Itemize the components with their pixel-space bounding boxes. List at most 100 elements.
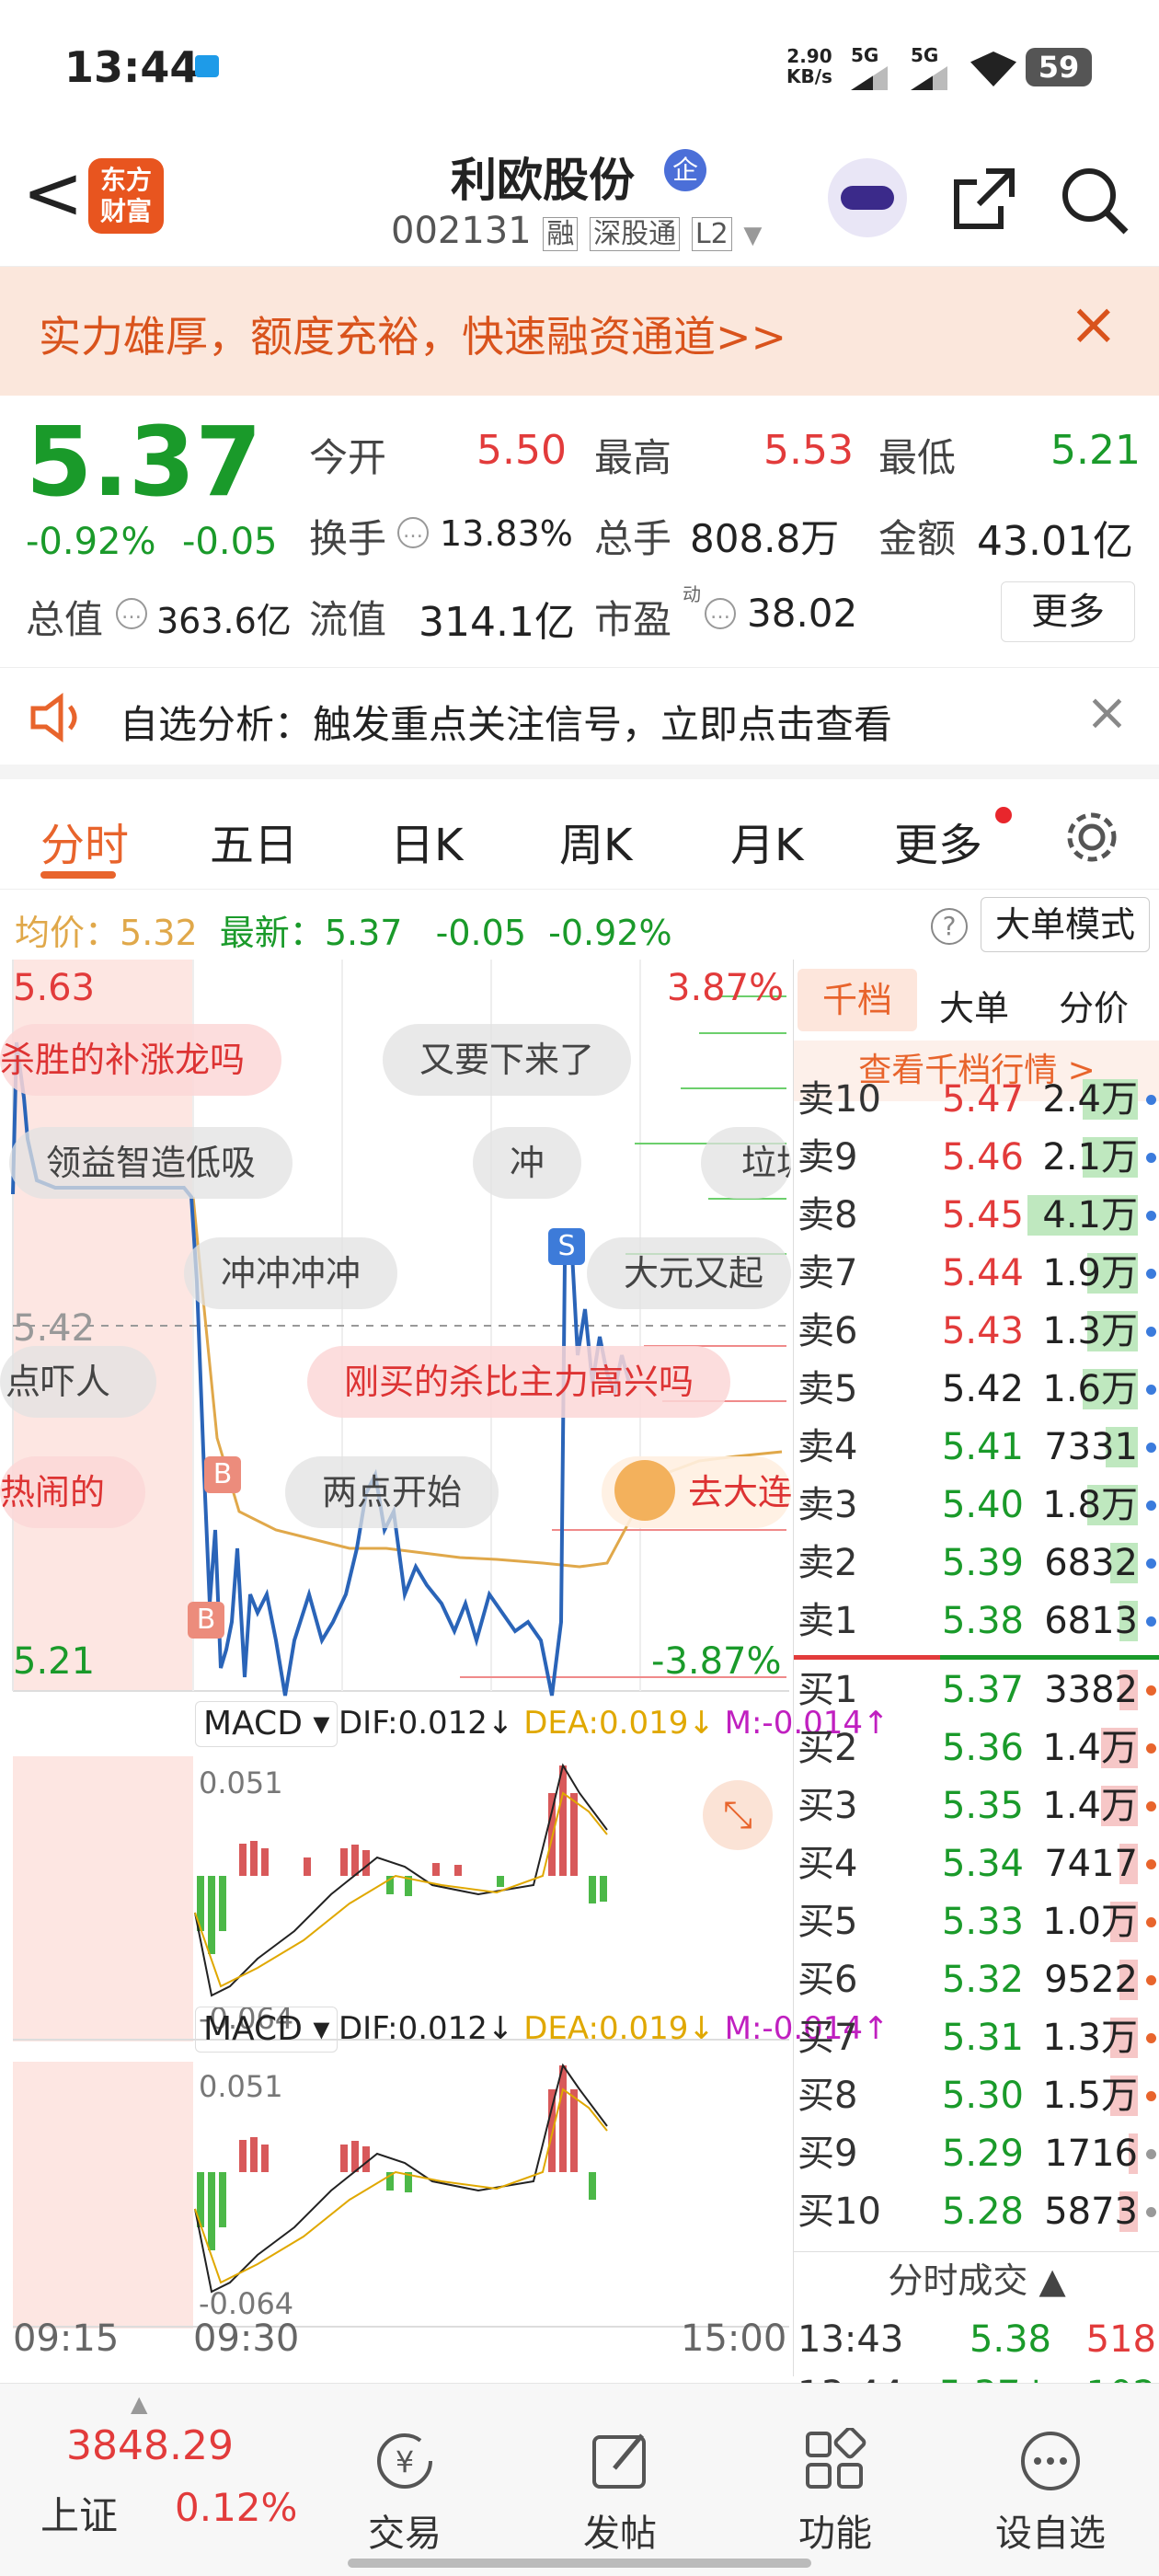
search-icon[interactable] xyxy=(1058,164,1131,237)
comment-bubble[interactable]: 热闹的 xyxy=(0,1456,145,1528)
ai-assistant-icon[interactable] xyxy=(828,158,907,237)
stock-header: < 东方 财富 利欧股份 企 002131 融 深股通 L2 ▼ xyxy=(0,138,1159,267)
comment-bubble[interactable]: 点吓人 xyxy=(0,1346,156,1418)
ask-row[interactable]: 卖1 5.38 6813 xyxy=(794,1595,1159,1647)
pe-value: 38.02 xyxy=(747,591,858,636)
ask-row[interactable]: 卖8 5.45 4.1万 xyxy=(794,1190,1159,1241)
macd-selector[interactable]: MACD ▾ xyxy=(195,2007,339,2053)
promo-text[interactable]: 实力雄厚，额度充裕，快速融资通道>> xyxy=(39,304,786,364)
tab-big-orders[interactable]: 大单 xyxy=(939,980,1009,1030)
collapse-up-icon[interactable]: ▲ xyxy=(1039,2260,1065,2301)
level-dot-icon xyxy=(1146,1743,1156,1754)
ask-row[interactable]: 卖9 5.46 2.1万 xyxy=(794,1132,1159,1183)
bid-row[interactable]: 买7 5.31 1.3万 xyxy=(794,2012,1159,2064)
big-order-mode-button[interactable]: 大单模式 xyxy=(981,897,1150,952)
comment-bubble[interactable]: 冲 xyxy=(473,1127,582,1199)
expand-icon[interactable]: ⤡ xyxy=(703,1780,773,1850)
speaker-icon xyxy=(30,693,77,742)
settings-gear-icon[interactable] xyxy=(1061,807,1122,868)
notice-close-icon[interactable]: × xyxy=(1085,683,1129,742)
comment-bubble[interactable]: 冲冲冲冲 xyxy=(184,1237,398,1309)
index-name[interactable]: 上证 xyxy=(40,2485,118,2541)
ask-row[interactable]: 卖5 5.42 1.6万 xyxy=(794,1363,1159,1415)
promo-close-icon[interactable]: × xyxy=(1069,291,1119,359)
trade-price: 5.38 xyxy=(969,2318,1051,2361)
bid-row[interactable]: 买10 5.28 5873 xyxy=(794,2186,1159,2237)
level-dot-icon xyxy=(1146,1269,1156,1279)
level-price: 5.43 xyxy=(941,1310,1024,1352)
tab-depth[interactable]: 千档 xyxy=(798,969,917,1031)
trades-header[interactable]: 分时成交 ▲ xyxy=(794,2251,1159,2308)
nav-add-watchlist[interactable]: 设自选 xyxy=(958,2384,1142,2559)
info-icon[interactable]: … xyxy=(116,598,147,629)
comment-bubble[interactable]: 领益智造低吸 xyxy=(9,1127,293,1199)
index-pct[interactable]: 0.12% xyxy=(175,2485,297,2530)
back-icon[interactable]: < xyxy=(22,156,84,230)
nav-trade[interactable]: ¥ 交易 xyxy=(313,2384,497,2559)
level-volume: 9522 xyxy=(1044,1959,1138,2001)
more-button[interactable]: 更多 xyxy=(1001,581,1135,642)
notice-text[interactable]: 自选分析：触发重点关注信号，立即点击查看 xyxy=(120,694,892,750)
share-icon[interactable] xyxy=(949,164,1019,234)
promo-banner[interactable]: 实力雄厚，额度充裕，快速融资通道>> × xyxy=(0,267,1159,396)
macd2-min: -0.064 xyxy=(199,2286,294,2321)
ask-row[interactable]: 卖6 5.43 1.3万 xyxy=(794,1305,1159,1357)
comment-bubble[interactable]: 垃圾 xyxy=(701,1127,791,1199)
tab-price-distribution[interactable]: 分价 xyxy=(1059,980,1129,1030)
bid-row[interactable]: 买1 5.37 3382 xyxy=(794,1664,1159,1716)
info-icon[interactable]: … xyxy=(705,598,736,629)
level-label: 卖10 xyxy=(798,1078,881,1121)
status-time: 13:44 xyxy=(64,42,200,92)
comment-bubble[interactable]: 刚买的杀比主力高兴吗 xyxy=(307,1346,731,1418)
mascot-icon xyxy=(614,1460,675,1521)
help-icon[interactable]: ? xyxy=(931,908,968,945)
bid-row[interactable]: 买2 5.36 1.4万 xyxy=(794,1722,1159,1774)
buy-marker[interactable]: B xyxy=(204,1456,241,1493)
buy-marker[interactable]: B xyxy=(188,1602,224,1639)
tab-monthly-k[interactable]: 月K xyxy=(730,809,803,873)
tab-five-day[interactable]: 五日 xyxy=(210,809,298,873)
tab-more[interactable]: 更多 xyxy=(894,809,982,873)
index-value[interactable]: 3848.29 xyxy=(66,2422,234,2469)
level-label: 卖2 xyxy=(798,1542,858,1584)
ask-row[interactable]: 卖3 5.40 1.8万 xyxy=(794,1479,1159,1531)
comment-bubble[interactable]: 两点开始 xyxy=(285,1456,499,1528)
bid-row[interactable]: 买3 5.35 1.4万 xyxy=(794,1780,1159,1832)
intraday-chart-area[interactable]: 5.63 3.87% 5.42 5.21 -3.87% S B B 杀胜的补涨龙… xyxy=(0,960,889,2376)
comment-bubble[interactable]: 又要下来了 xyxy=(383,1024,632,1096)
turnover-label: 换手 xyxy=(309,516,387,561)
change-amount: -0.05 xyxy=(182,521,278,563)
level-price: 5.36 xyxy=(941,1727,1024,1769)
ask-row[interactable]: 卖10 5.47 2.4万 xyxy=(794,1074,1159,1125)
analysis-notice[interactable]: 自选分析：触发重点关注信号，立即点击查看 × xyxy=(0,667,1159,779)
sell-marker[interactable]: S xyxy=(548,1228,585,1265)
bid-row[interactable]: 买4 5.34 7417 xyxy=(794,1838,1159,1890)
nav-functions[interactable]: 功能 xyxy=(743,2384,927,2559)
tab-daily-k[interactable]: 日K xyxy=(390,809,463,873)
ask-row[interactable]: 卖7 5.44 1.9万 xyxy=(794,1248,1159,1299)
nav-add-watchlist-label: 设自选 xyxy=(995,2513,1106,2555)
level-label: 卖5 xyxy=(798,1368,858,1410)
ask-row[interactable]: 卖2 5.39 6832 xyxy=(794,1537,1159,1589)
tab-intraday[interactable]: 分时 xyxy=(40,809,129,873)
level-label: 买10 xyxy=(798,2191,881,2233)
expand-up-icon[interactable]: ▲ xyxy=(131,2391,147,2417)
info-icon[interactable]: … xyxy=(397,517,429,548)
level-volume: 1.5万 xyxy=(1042,2075,1138,2117)
comment-bubble[interactable]: 杀胜的补涨龙吗 xyxy=(0,1024,282,1096)
ask-row[interactable]: 卖4 5.41 7331 xyxy=(794,1421,1159,1473)
level-label: 卖9 xyxy=(798,1136,858,1179)
tab-weekly-k[interactable]: 周K xyxy=(559,809,632,873)
bid-row[interactable]: 买9 5.29 1716 xyxy=(794,2128,1159,2179)
bid-row[interactable]: 买6 5.32 9522 xyxy=(794,1954,1159,2006)
bid-row[interactable]: 买8 5.30 1.5万 xyxy=(794,2070,1159,2122)
macd-selector[interactable]: MACD ▾ xyxy=(195,1701,339,1747)
new-dot-badge xyxy=(995,807,1012,823)
level-label: 买5 xyxy=(798,1901,858,1943)
nav-trade-label: 交易 xyxy=(368,2513,442,2555)
wifi-icon xyxy=(970,52,1016,86)
comment-bubble[interactable]: 大元又起 xyxy=(587,1237,791,1309)
nav-post[interactable]: 发帖 xyxy=(528,2384,712,2559)
bid-row[interactable]: 买5 5.33 1.0万 xyxy=(794,1896,1159,1948)
level-price: 5.32 xyxy=(941,1959,1024,2001)
